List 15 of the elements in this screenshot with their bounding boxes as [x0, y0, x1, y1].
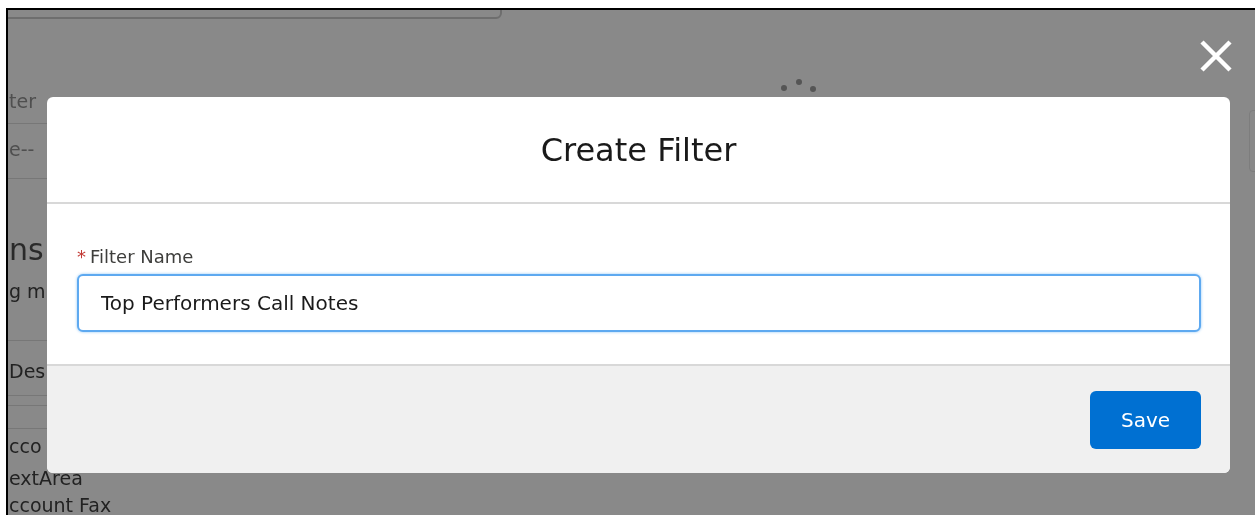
background-text: Des	[9, 360, 46, 382]
background-text: g m	[9, 280, 46, 302]
save-button[interactable]: Save	[1090, 390, 1201, 449]
field-label: Filter Name	[90, 246, 194, 267]
background-text: ter	[9, 90, 36, 112]
loading-spinner-icon	[779, 78, 819, 92]
modal-title: Create Filter	[540, 130, 737, 169]
required-mark: *	[77, 246, 86, 267]
background-text: extArea	[9, 467, 83, 489]
filter-name-input[interactable]: Top Performers Call Notes	[77, 274, 1201, 332]
close-icon[interactable]	[1199, 39, 1233, 73]
background-text: e--	[9, 138, 35, 160]
background-text: ns	[9, 232, 44, 267]
background-text: cco	[9, 435, 42, 457]
background-text: ccount Fax	[9, 494, 112, 515]
